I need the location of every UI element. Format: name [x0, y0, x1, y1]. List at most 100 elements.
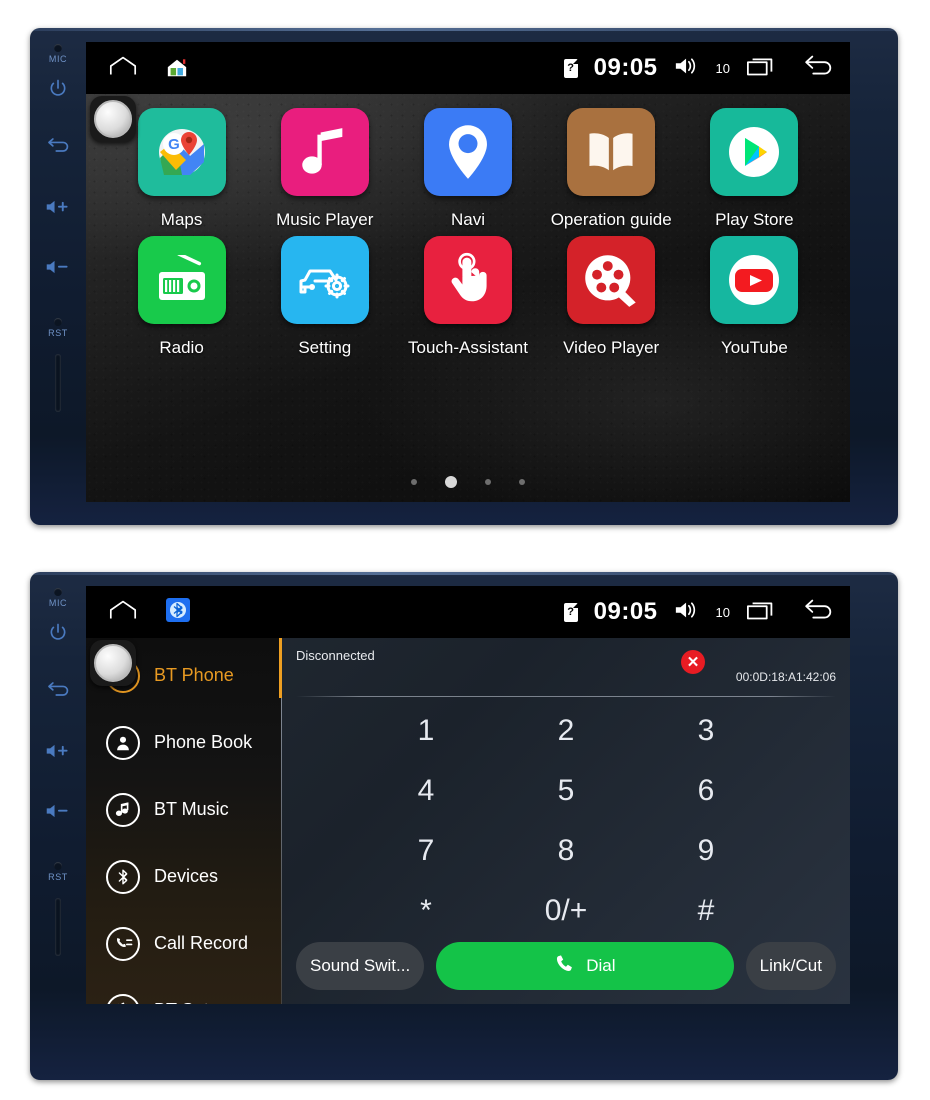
app-label: Navi — [450, 210, 485, 229]
sidebar-item-label: Phone Book — [154, 732, 253, 752]
phone-handset-icon — [554, 953, 576, 980]
app-touch-assistant[interactable]: Touch-Assistant — [396, 236, 539, 358]
key-9[interactable]: 9 — [636, 821, 776, 881]
home-icon[interactable] — [108, 599, 138, 626]
key-1[interactable]: 1 — [356, 701, 496, 761]
recent-apps-icon[interactable] — [746, 54, 778, 83]
app-label: Play Store — [715, 210, 794, 229]
device-left-bezel-bottom: MIC RST — [30, 572, 86, 1080]
power-icon[interactable] — [48, 622, 68, 642]
sidebar-item-label: Devices — [154, 866, 219, 886]
red-x-icon[interactable]: ✕ — [681, 650, 705, 674]
key-5[interactable]: 5 — [496, 761, 636, 821]
microphone-hole — [54, 44, 62, 52]
film-reel-icon — [567, 236, 656, 324]
sound-switch-button[interactable]: Sound Swit... — [296, 942, 425, 990]
svg-text:G: G — [168, 136, 180, 153]
volume-level: 10 — [715, 60, 730, 76]
clock: 09:05 — [593, 54, 658, 81]
youtube-icon — [710, 236, 799, 324]
reset-hole[interactable] — [54, 862, 62, 870]
back-arrow-icon[interactable] — [800, 597, 836, 628]
page-indicator — [86, 476, 850, 488]
mic-label: MIC — [48, 54, 68, 64]
music-note-icon — [280, 108, 369, 196]
sidebar-item-label: Call Record — [154, 933, 249, 953]
sidebar-item-bt-set[interactable]: BT Set — [86, 977, 282, 1004]
map-pin-icon — [423, 108, 512, 196]
microphone-hole — [54, 588, 62, 596]
rotary-volume-knob[interactable] — [90, 96, 136, 142]
dialer-action-bar: Sound Swit... Dial Link/Cut — [296, 942, 836, 990]
volume-icon[interactable] — [674, 599, 700, 626]
sd-card-slot — [55, 898, 61, 956]
page-dot-active[interactable] — [445, 476, 457, 488]
app-setting[interactable]: Setting — [253, 236, 396, 358]
app-label: Video Player — [563, 338, 660, 357]
volume-down-icon[interactable] — [45, 802, 71, 820]
volume-up-icon[interactable] — [45, 742, 71, 760]
app-label: Setting — [298, 338, 352, 357]
page-dot[interactable] — [485, 479, 491, 485]
sim-card-icon: ? — [563, 58, 578, 78]
sidebar-item-label: BT Music — [154, 799, 229, 819]
radio-icon — [137, 236, 226, 324]
volume-icon[interactable] — [674, 55, 700, 82]
app-radio[interactable]: Radio — [110, 236, 253, 358]
key-zero-plus[interactable]: 0/+ — [496, 881, 636, 941]
connection-status-text: Disconnected — [296, 648, 375, 663]
reset-label: RST — [48, 872, 68, 882]
contact-icon — [106, 725, 140, 760]
back-arrow-icon[interactable] — [800, 53, 836, 84]
call-log-icon — [106, 926, 140, 961]
back-icon[interactable] — [46, 680, 70, 698]
house-app-icon[interactable] — [166, 57, 188, 79]
app-play-store[interactable]: Play Store — [683, 108, 826, 230]
key-3[interactable]: 3 — [636, 701, 776, 761]
app-video-player[interactable]: Video Player — [540, 236, 683, 358]
rotary-volume-knob[interactable] — [90, 640, 136, 686]
key-2[interactable]: 2 — [496, 701, 636, 761]
app-navi[interactable]: Navi — [396, 108, 539, 230]
app-youtube[interactable]: YouTube — [683, 236, 826, 358]
key-star[interactable]: * — [356, 881, 496, 941]
reset-hole[interactable] — [54, 318, 62, 326]
page-dot[interactable] — [519, 479, 525, 485]
bluetooth-app-icon[interactable] — [166, 597, 190, 627]
key-7[interactable]: 7 — [356, 821, 496, 881]
volume-up-icon[interactable] — [45, 198, 71, 216]
key-hash[interactable]: # — [636, 881, 776, 941]
head-unit-device-top: MIC RST ? 09:05 10 G Maps Music Player N… — [30, 28, 898, 525]
reset-label: RST — [48, 328, 68, 338]
recent-apps-icon[interactable] — [746, 598, 778, 627]
head-unit-screen-bluetooth: ? 09:05 10 BT Phone Phone Book BT Music … — [86, 586, 850, 1004]
sd-card-slot — [55, 354, 61, 412]
power-icon[interactable] — [48, 78, 68, 98]
sidebar-item-phone-book[interactable]: Phone Book — [86, 709, 282, 776]
sidebar-scroll-indicator[interactable] — [279, 638, 282, 698]
sidebar-item-devices[interactable]: Devices — [86, 843, 282, 910]
app-operation-guide[interactable]: Operation guide — [540, 108, 683, 230]
volume-level: 10 — [715, 604, 730, 620]
google-play-icon — [710, 108, 799, 196]
key-6[interactable]: 6 — [636, 761, 776, 821]
home-icon[interactable] — [108, 55, 138, 82]
gear-icon — [106, 993, 140, 1004]
back-icon[interactable] — [46, 136, 70, 154]
head-unit-screen-home: ? 09:05 10 G Maps Music Player Navi Oper… — [86, 42, 850, 502]
open-book-icon — [567, 108, 656, 196]
key-4[interactable]: 4 — [356, 761, 496, 821]
link-cut-button[interactable]: Link/Cut — [745, 942, 836, 990]
sidebar-item-bt-music[interactable]: BT Music — [86, 776, 282, 843]
sidebar-item-call-record[interactable]: Call Record — [86, 910, 282, 977]
key-8[interactable]: 8 — [496, 821, 636, 881]
device-left-bezel-top: MIC RST — [30, 28, 86, 525]
dial-button[interactable]: Dial — [436, 942, 734, 990]
sim-glyph: ? — [567, 61, 574, 74]
music-note-icon — [106, 792, 140, 827]
page-dot[interactable] — [411, 479, 417, 485]
app-music-player[interactable]: Music Player — [253, 108, 396, 230]
app-label: YouTube — [720, 338, 788, 357]
app-label: Maps — [160, 210, 203, 229]
volume-down-icon[interactable] — [45, 258, 71, 276]
